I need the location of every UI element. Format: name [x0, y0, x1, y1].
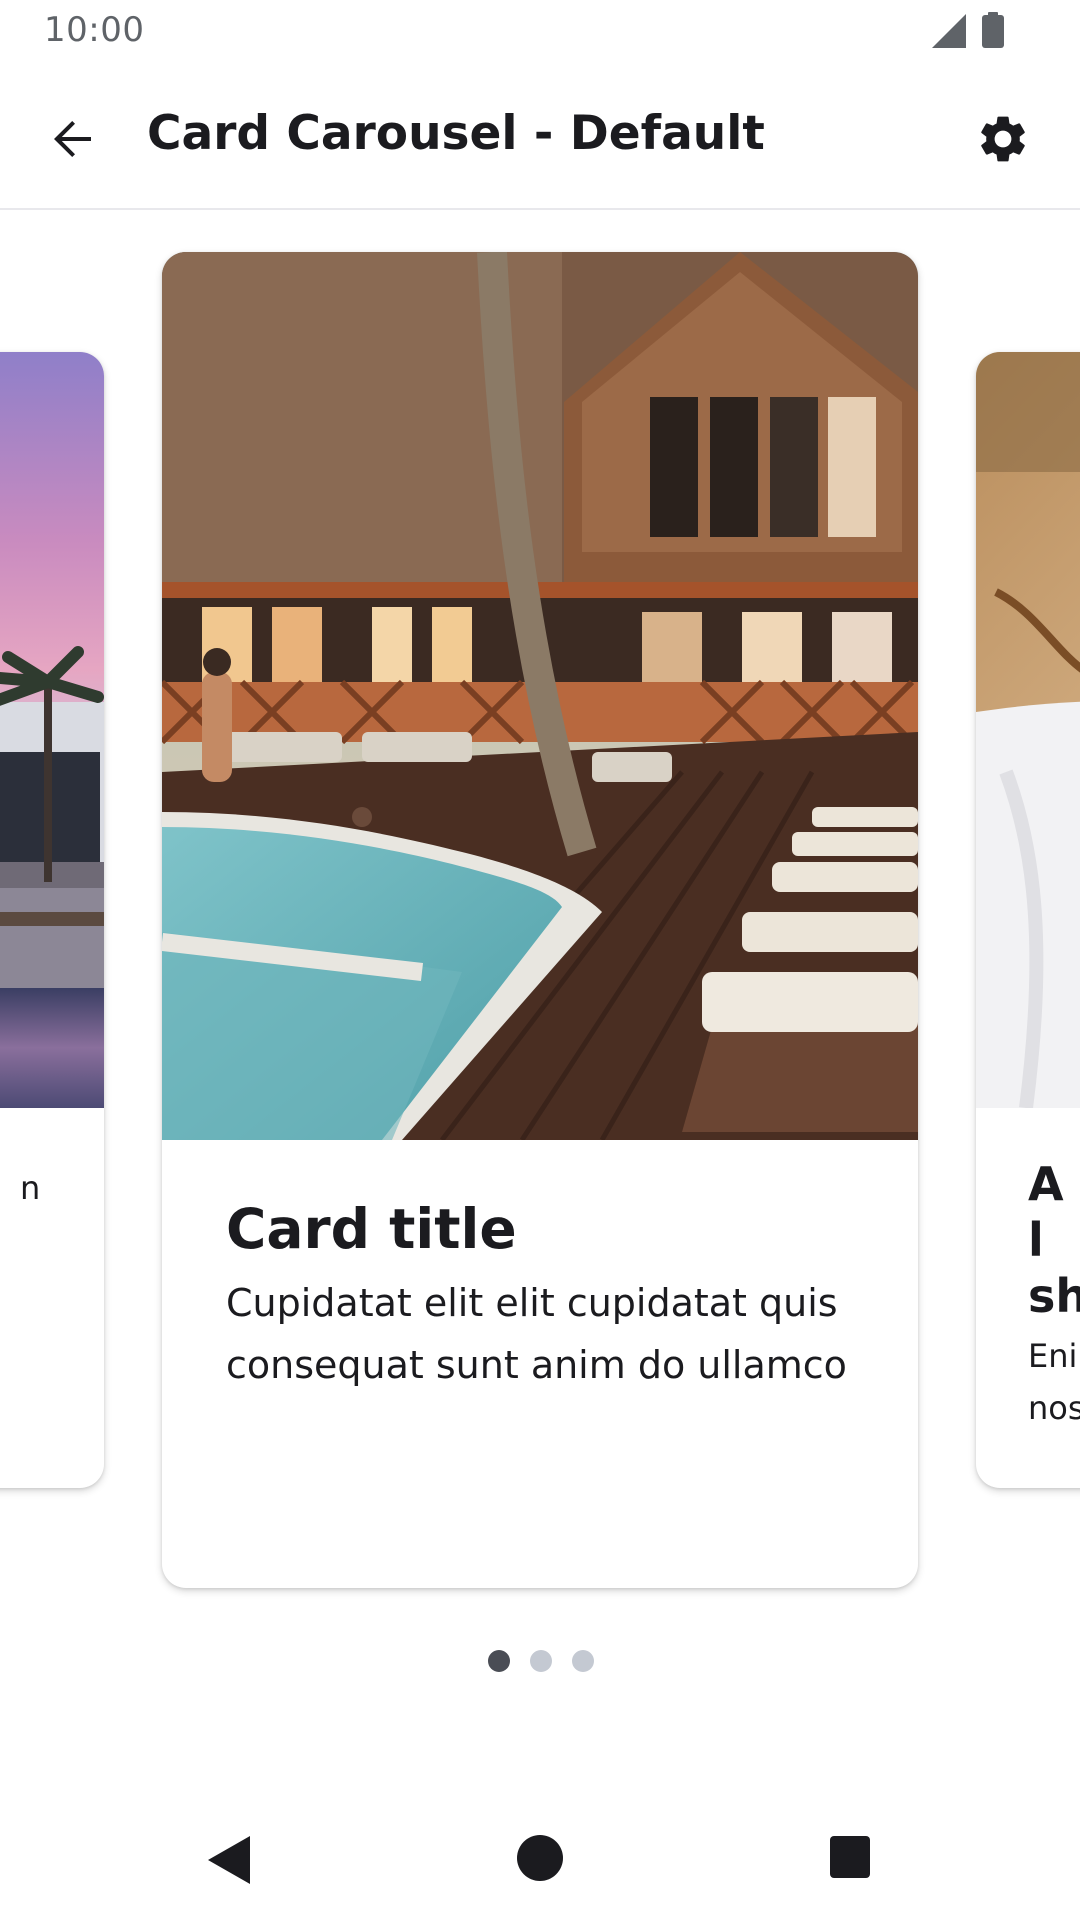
page-indicator	[486, 1650, 596, 1674]
battery-icon	[982, 12, 1004, 48]
carousel-card-next[interactable]: A l sh Enir nos	[976, 352, 1080, 1488]
page-title: Card Carousel - Default	[147, 106, 765, 161]
page-dot[interactable]	[530, 1650, 552, 1672]
carousel-card-previous[interactable]: n	[0, 352, 104, 1488]
card-text: Cupidatat elit elit cupidatat quis conse…	[226, 1281, 847, 1387]
gear-icon	[981, 116, 1025, 162]
page-dot-active[interactable]	[488, 1650, 510, 1672]
top-app-bar: Card Carousel - Default	[0, 62, 1080, 210]
carousel-card-current[interactable]: Card title Cupidatat elit elit cupidatat…	[162, 252, 918, 1588]
card-body: A l sh Enir nos	[976, 1108, 1080, 1434]
card-title: Card title	[226, 1197, 517, 1261]
card-carousel[interactable]: n Card title Cupidatat elit elit cupidat…	[0, 212, 1080, 1652]
status-bar: 10:00	[0, 0, 1080, 62]
status-time: 10:00	[44, 10, 145, 50]
signal-icon	[932, 14, 966, 48]
nav-back-icon[interactable]	[204, 1834, 254, 1886]
card-text: n	[20, 1169, 41, 1207]
nav-recents-icon[interactable]	[830, 1836, 870, 1878]
card-title: A l sh	[1028, 1157, 1080, 1323]
card-image-resort	[0, 352, 104, 1108]
card-image-lodge-pool	[162, 252, 918, 1140]
card-text: Enir nos	[1028, 1337, 1080, 1427]
settings-button[interactable]	[968, 104, 1038, 174]
page-dot[interactable]	[572, 1650, 594, 1672]
back-button[interactable]	[38, 104, 108, 174]
arrow-back-icon	[54, 121, 91, 157]
card-image-towel	[976, 352, 1080, 1108]
card-body: n	[0, 1108, 104, 1214]
nav-home-icon[interactable]	[516, 1834, 564, 1882]
card-body: Card title Cupidatat elit elit cupidatat…	[162, 1140, 918, 1396]
system-nav-bar	[0, 1800, 1080, 1920]
